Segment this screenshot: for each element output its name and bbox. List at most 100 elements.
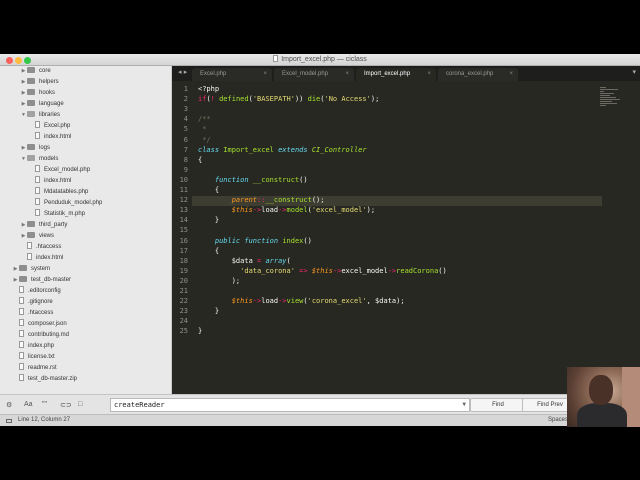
line-number: 14	[179, 216, 188, 225]
minimap[interactable]	[600, 87, 622, 113]
sidebar-item-logs[interactable]: ▶ logs	[20, 143, 50, 154]
file-icon	[19, 330, 24, 337]
chevron-down-icon: ▼	[21, 112, 26, 118]
tab-excel-model-php[interactable]: Excel_model.php ×	[274, 68, 354, 81]
file-icon	[35, 132, 40, 139]
wrap-toggle[interactable]: ⊂⊃	[60, 401, 72, 409]
sidebar-item-label: test_db-master	[31, 277, 72, 283]
file-icon	[19, 374, 24, 381]
sidebar-item-label: hooks	[39, 90, 56, 96]
whole-word-toggle[interactable]: ""	[42, 401, 47, 408]
sidebar-file-tree: ▶ core ▶ helpers ▶ hooks ▶ language ▼ libraries Ex…	[0, 66, 172, 394]
sidebar-item-hooks[interactable]: ▶ hooks	[20, 88, 55, 99]
line-number: 10	[179, 175, 188, 184]
code-line: );	[198, 276, 241, 285]
folder-icon	[27, 232, 35, 238]
sidebar-item-label: license.txt	[28, 354, 55, 360]
status-bar: Line 12, Column 27 Spaces	[0, 414, 640, 426]
folder-icon	[27, 78, 35, 84]
sidebar-item-readme-rst[interactable]: readme.rst	[12, 363, 57, 374]
tab-bar: ◂ ▸ ▾ Excel.php × Excel_model.php × Import_e…	[172, 66, 640, 81]
line-number: 16	[179, 236, 188, 245]
find-button[interactable]: Find	[470, 398, 526, 412]
sidebar-item-system[interactable]: ▶ system	[12, 264, 50, 275]
file-icon	[35, 198, 40, 205]
line-number: 6	[183, 135, 188, 144]
panel-toggle-icon[interactable]	[6, 419, 12, 423]
sidebar-item-helpers[interactable]: ▶ helpers	[20, 77, 59, 88]
sidebar-item-htaccess[interactable]: .htaccess	[20, 242, 61, 253]
find-history-dropdown-icon[interactable]: ▼	[462, 399, 466, 411]
indentation-setting[interactable]: Spaces	[548, 417, 568, 423]
file-icon	[35, 176, 40, 183]
file-icon	[27, 253, 32, 260]
sidebar-item-label: language	[39, 101, 64, 107]
sidebar-item-models[interactable]: ▼ models	[20, 154, 58, 165]
chevron-right-icon: ▶	[13, 277, 18, 283]
sidebar-item-label: helpers	[39, 79, 59, 85]
sidebar-item-libraries[interactable]: ▼ libraries	[20, 110, 60, 121]
file-icon	[19, 308, 24, 315]
line-number: 25	[179, 327, 188, 336]
sidebar-item-license-txt[interactable]: license.txt	[12, 352, 55, 363]
sidebar-item-composer-json[interactable]: composer.json	[12, 319, 67, 330]
sidebar-item-label: views	[39, 233, 55, 239]
chevron-right-icon: ▶	[21, 68, 26, 74]
sidebar-item-label: third_party	[39, 222, 68, 228]
sidebar-item-index-php[interactable]: index.php	[12, 341, 54, 352]
sidebar-item-penduduk-model-php[interactable]: Penduduk_model.php	[28, 198, 102, 209]
line-number: 21	[179, 287, 188, 295]
in-selection-toggle[interactable]: □	[78, 401, 82, 408]
find-bar: ⚙ Aa "" ⊂⊃ □ createReader ▼ Find Find Pr…	[0, 394, 640, 414]
tab-import-excel-php[interactable]: Import_excel.php ×	[356, 68, 436, 81]
sidebar-item-third-party[interactable]: ▶ third_party	[20, 220, 67, 231]
sidebar-item-statistik-m-php[interactable]: Statistik_m.php	[28, 209, 85, 220]
code-line: parent::__construct();	[231, 196, 325, 205]
close-tab-icon[interactable]: ×	[427, 68, 431, 81]
sidebar-item-test-db-master[interactable]: ▶ test_db-master	[12, 275, 71, 286]
sidebar-item-label: composer.json	[28, 321, 67, 327]
find-options-icon[interactable]: ⚙	[6, 401, 12, 409]
chevron-right-icon: ▶	[21, 101, 26, 107]
case-sensitive-toggle[interactable]: Aa	[24, 401, 33, 408]
tab-label: Excel_model.php	[282, 71, 329, 77]
sidebar-item-label: .gitignore	[28, 299, 53, 305]
sidebar-item-gitignore[interactable]: .gitignore	[12, 297, 53, 308]
file-icon	[19, 286, 24, 293]
sidebar-item-index-html[interactable]: index.html	[28, 132, 71, 143]
sidebar-item-index-html[interactable]: index.html	[28, 176, 71, 187]
sidebar-item-label: .editorconfig	[28, 288, 61, 294]
close-tab-icon[interactable]: ×	[263, 68, 267, 81]
file-icon	[27, 242, 32, 249]
close-tab-icon[interactable]: ×	[345, 68, 349, 81]
code-editor[interactable]: 1 2 3 4 5 6 7 8 9 10 11 12 13 14 15 16 17 18 19 20 21 22 23 24 2…	[172, 81, 640, 394]
code-line: {	[198, 186, 220, 194]
chevron-right-icon: ▶	[21, 79, 26, 85]
sidebar-item-editorconfig[interactable]: .editorconfig	[12, 286, 61, 297]
file-icon	[35, 209, 40, 216]
sidebar-item-index-html[interactable]: index.html	[20, 253, 63, 264]
sidebar-item-core[interactable]: ▶ core	[20, 66, 51, 77]
editor-window: Import_excel.php — ciclass ▶ core ▶ helpers…	[0, 54, 640, 426]
sidebar-item-views[interactable]: ▶ views	[20, 231, 54, 242]
tab-corona-excel-php[interactable]: corona_excel.php ×	[438, 68, 518, 81]
window-title: Import_excel.php — ciclass	[0, 55, 640, 63]
chevron-right-icon: ▶	[21, 233, 26, 239]
sidebar-item-excel-php[interactable]: Excel.php	[28, 121, 70, 132]
chevron-down-icon: ▼	[21, 156, 26, 162]
close-tab-icon[interactable]: ×	[509, 68, 513, 81]
sidebar-item-language[interactable]: ▶ language	[20, 99, 64, 110]
line-number: 12	[179, 196, 188, 205]
tab-nav-arrows-icon[interactable]: ◂ ▸	[178, 68, 187, 76]
sidebar-item-excel-model-php[interactable]: Excel_model.php	[28, 165, 90, 176]
tab-overflow-icon[interactable]: ▾	[632, 68, 636, 76]
sidebar-item-htaccess[interactable]: .htaccess	[12, 308, 53, 319]
sidebar-item-mdatatables-php[interactable]: Mdatatables.php	[28, 187, 88, 198]
find-input[interactable]: createReader ▼	[110, 398, 470, 412]
tab-label: corona_excel.php	[446, 71, 494, 77]
tab-excel-php[interactable]: Excel.php ×	[192, 68, 272, 81]
cursor-position: Line 12, Column 27	[18, 417, 71, 423]
code-line: <?php	[198, 85, 220, 93]
sidebar-item-contributing-md[interactable]: contributing.md	[12, 330, 69, 341]
sidebar-item-test-db-master-zip[interactable]: test_db-master.zip	[12, 374, 77, 385]
